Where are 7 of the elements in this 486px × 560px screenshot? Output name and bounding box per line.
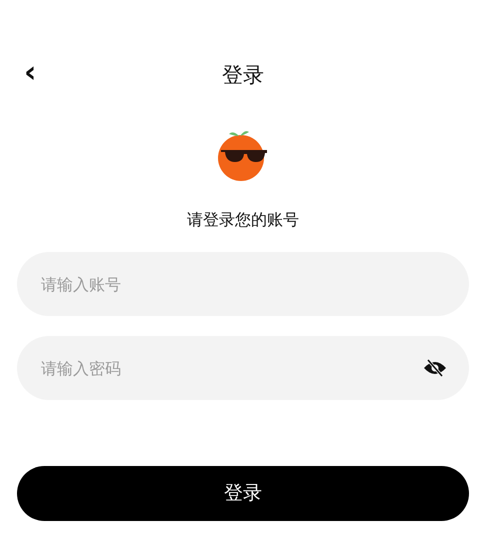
account-field[interactable]: 请输入账号 [17,252,469,316]
password-field[interactable]: 请输入密码 [17,336,469,400]
back-button[interactable]: ‹ [20,58,40,88]
hide-password-icon[interactable] [423,358,447,378]
subtitle: 请登录您的账号 [186,209,300,231]
page-title: 登录 [222,63,264,87]
login-button[interactable]: 登录 [17,466,469,521]
